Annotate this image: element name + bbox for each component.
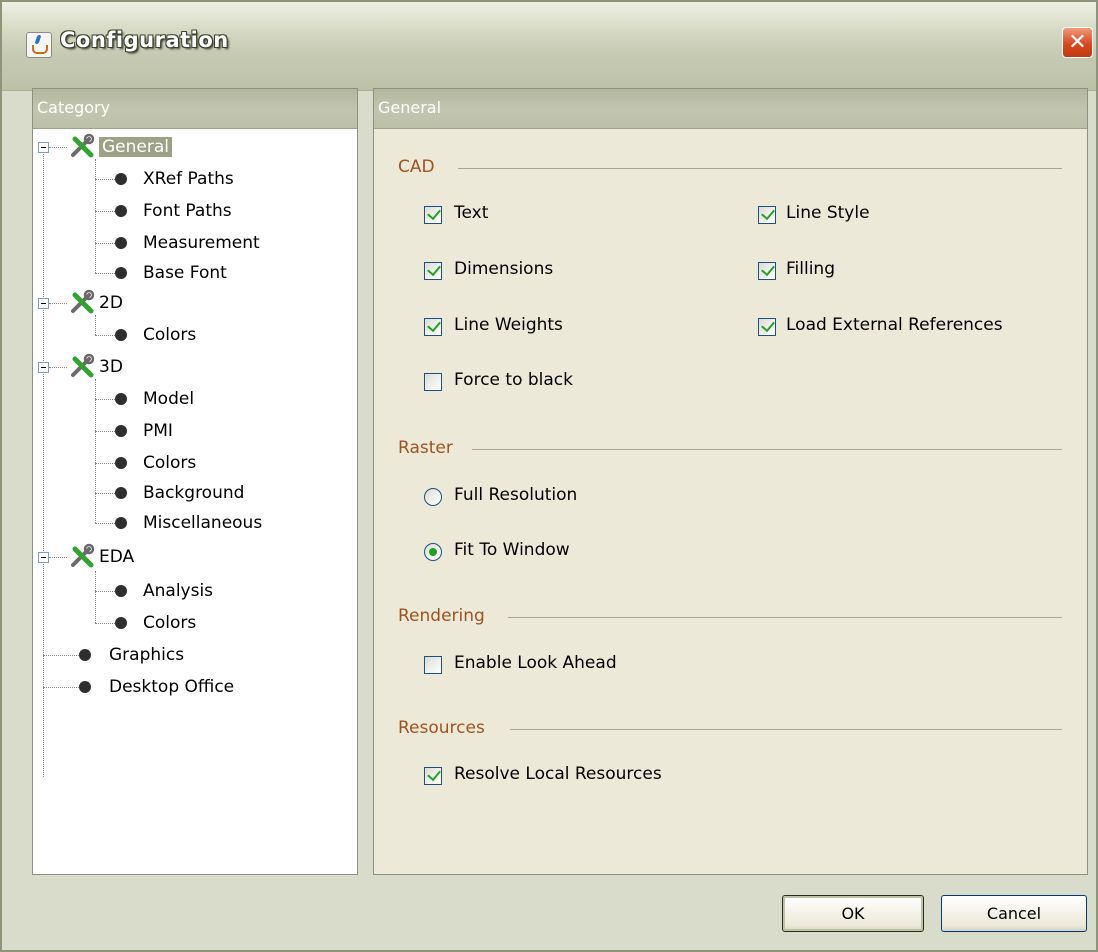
checkbox-text[interactable]: [424, 205, 442, 224]
checkbox-filling[interactable]: [758, 261, 776, 280]
tree-node-general[interactable]: General: [99, 133, 172, 161]
checkbox-dimensions[interactable]: [424, 261, 442, 280]
radio-fit-to-window-label[interactable]: Fit To Window: [454, 540, 570, 560]
3d-expander[interactable]: [38, 362, 49, 373]
tree-node-eda-colors[interactable]: Colors: [143, 609, 196, 637]
bullet-icon: [115, 329, 127, 341]
tree-node-3d[interactable]: 3D: [99, 353, 123, 381]
checkbox-enable-look-ahead-label[interactable]: Enable Look Ahead: [454, 653, 617, 673]
checkbox-line-style[interactable]: [758, 205, 776, 224]
group-divider: [508, 617, 1062, 618]
tree-node-base-font[interactable]: Base Font: [143, 259, 227, 287]
tree-node-analysis[interactable]: Analysis: [143, 577, 213, 605]
checkbox-load-external-references-label[interactable]: Load External References: [786, 315, 1003, 335]
tree-node-3d-colors[interactable]: Colors: [143, 449, 196, 477]
tree-node-miscellaneous[interactable]: Miscellaneous: [143, 509, 262, 537]
group-title-raster: Raster: [398, 438, 453, 458]
tree-node-pmi[interactable]: PMI: [143, 417, 173, 445]
eda-expander[interactable]: [38, 552, 49, 563]
tree-node-font-paths[interactable]: Font Paths: [143, 197, 232, 225]
settings-panel: General CAD Text Line Style Dimensions F…: [373, 88, 1088, 875]
category-header: Category: [33, 89, 357, 129]
bullet-icon: [115, 205, 127, 217]
check-icon: [427, 205, 441, 221]
checkbox-filling-label[interactable]: Filling: [786, 259, 835, 279]
tree-node-eda[interactable]: EDA: [99, 543, 134, 571]
tools-icon: [71, 289, 95, 314]
group-title-cad: CAD: [398, 157, 435, 177]
checkbox-load-external-references[interactable]: [758, 317, 776, 336]
checkbox-force-to-black-label[interactable]: Force to black: [454, 370, 573, 390]
checkbox-line-weights[interactable]: [424, 317, 442, 336]
bullet-icon: [115, 585, 127, 597]
radio-full-resolution-label[interactable]: Full Resolution: [454, 485, 577, 505]
configuration-dialog: Configuration ✕ Category General XRef Pa…: [0, 0, 1098, 952]
checkbox-force-to-black[interactable]: [424, 373, 442, 391]
check-icon: [761, 317, 775, 333]
tree-node-2d[interactable]: 2D: [99, 289, 123, 317]
checkbox-enable-look-ahead[interactable]: [424, 656, 442, 674]
tree-node-model[interactable]: Model: [143, 385, 194, 413]
tree-node-graphics[interactable]: Graphics: [109, 641, 184, 669]
bullet-icon: [115, 173, 127, 185]
checkbox-line-weights-label[interactable]: Line Weights: [454, 315, 563, 335]
radio-full-resolution[interactable]: [424, 488, 442, 506]
check-icon: [427, 766, 441, 782]
bullet-icon: [115, 457, 127, 469]
tree-node-desktop-office[interactable]: Desktop Office: [109, 673, 234, 701]
bullet-icon: [115, 267, 127, 279]
window-title: Configuration: [60, 28, 229, 52]
bullet-icon: [79, 681, 91, 693]
bullet-icon: [115, 393, 127, 405]
bullet-icon: [79, 649, 91, 661]
radio-fit-to-window[interactable]: [424, 543, 442, 561]
check-icon: [761, 205, 775, 221]
title-bar[interactable]: Configuration ✕: [2, 2, 1096, 91]
bullet-icon: [115, 237, 127, 249]
tree-node-background[interactable]: Background: [143, 479, 244, 507]
tools-icon: [71, 133, 95, 158]
tree-node-2d-colors[interactable]: Colors: [143, 321, 196, 349]
category-panel: Category General XRef Paths Font Paths M…: [32, 88, 358, 875]
tools-icon: [71, 543, 95, 568]
ok-button[interactable]: OK: [782, 895, 924, 932]
bullet-icon: [115, 617, 127, 629]
bullet-icon: [115, 425, 127, 437]
group-divider: [472, 449, 1062, 450]
check-icon: [427, 261, 441, 277]
bullet-icon: [115, 487, 127, 499]
2d-expander[interactable]: [38, 298, 49, 309]
checkbox-resolve-local-resources[interactable]: [424, 766, 442, 785]
check-icon: [761, 261, 775, 277]
tree-node-general-label: General: [99, 137, 172, 157]
group-divider: [510, 729, 1062, 730]
group-divider: [458, 168, 1062, 169]
checkbox-text-label[interactable]: Text: [454, 203, 488, 223]
tree-node-xref-paths[interactable]: XRef Paths: [143, 165, 234, 193]
java-coffee-cup-icon: [26, 32, 52, 58]
cancel-button[interactable]: Cancel: [941, 895, 1087, 932]
group-title-rendering: Rendering: [398, 606, 485, 626]
tree-node-measurement[interactable]: Measurement: [143, 229, 260, 257]
settings-header: General: [374, 89, 1087, 129]
general-expander[interactable]: [38, 142, 49, 153]
radio-selected-dot: [429, 548, 437, 556]
bullet-icon: [115, 517, 127, 529]
close-button[interactable]: ✕: [1062, 27, 1093, 58]
checkbox-dimensions-label[interactable]: Dimensions: [454, 259, 553, 279]
checkbox-resolve-local-resources-label[interactable]: Resolve Local Resources: [454, 764, 662, 784]
check-icon: [427, 317, 441, 333]
tools-icon: [71, 353, 95, 378]
checkbox-line-style-label[interactable]: Line Style: [786, 203, 870, 223]
group-title-resources: Resources: [398, 718, 485, 738]
